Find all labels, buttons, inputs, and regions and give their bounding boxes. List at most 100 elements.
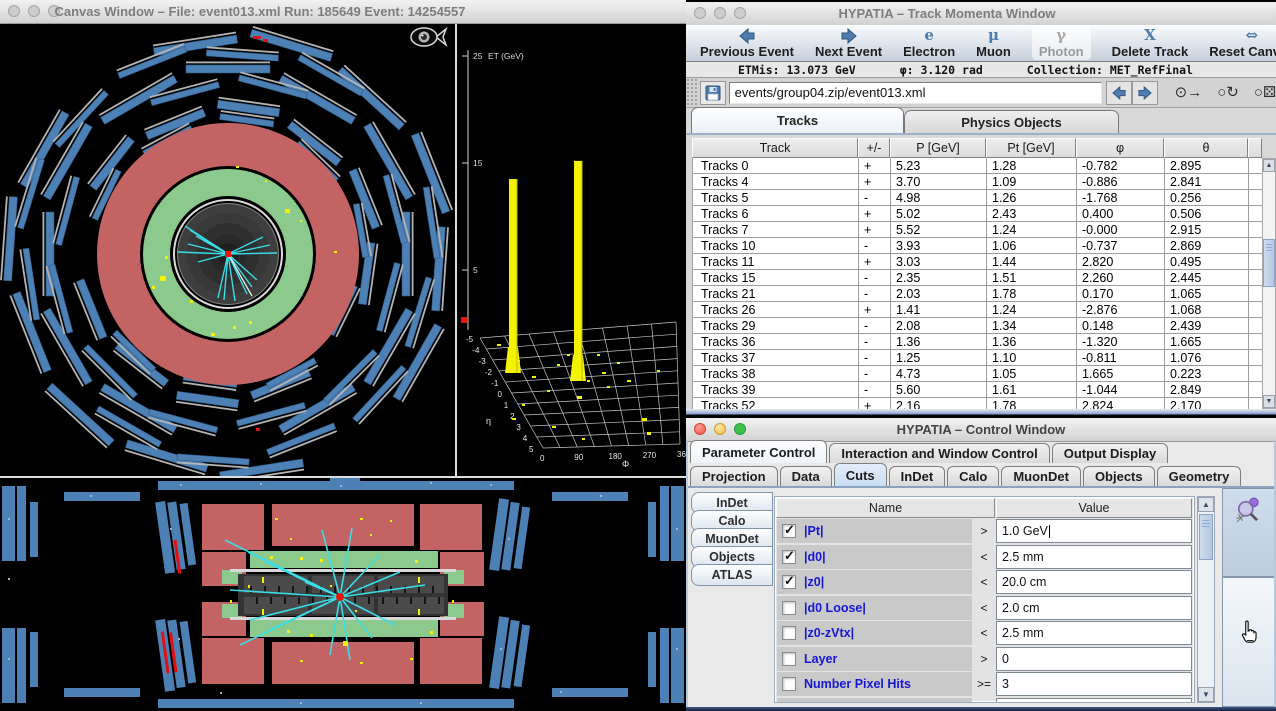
window-buttons[interactable]: [694, 423, 746, 435]
table-cell: 0.170: [1077, 286, 1165, 301]
cut-value-field[interactable]: 1.0 GeV: [996, 519, 1192, 543]
table-cell: 1.51: [987, 270, 1077, 285]
delete-track-button[interactable]: XDelete Track: [1112, 27, 1189, 59]
cut-label: |z0-zVtx|: [804, 626, 854, 640]
column-header[interactable]: Pt [GeV]: [986, 138, 1076, 158]
table-row[interactable]: Tracks 5-4.981.26-1.7680.256: [693, 190, 1262, 206]
cut-checkbox[interactable]: [782, 575, 796, 589]
lego-et-plot-canvas[interactable]: 25155ET (GeV)-5-4-3-2-1012345η0901802703…: [457, 24, 686, 476]
minimize-button[interactable]: [28, 5, 40, 17]
control-window-titlebar[interactable]: HYPATIA – Control Window: [686, 418, 1276, 442]
tab-geometry[interactable]: Geometry: [1157, 466, 1242, 486]
electron-button[interactable]: eElectron: [903, 27, 955, 59]
scrollbar-thumb[interactable]: [1199, 514, 1213, 560]
close-button[interactable]: [694, 7, 706, 19]
close-button[interactable]: [694, 423, 706, 435]
cut-value-field[interactable]: [996, 698, 1192, 704]
table-row[interactable]: Tracks 15-2.351.512.2602.445: [693, 270, 1262, 286]
cut-value-field[interactable]: 0: [996, 647, 1192, 671]
table-row[interactable]: Tracks 10-3.931.06-0.7372.869: [693, 238, 1262, 254]
close-button[interactable]: [8, 5, 20, 17]
column-header[interactable]: P [GeV]: [890, 138, 986, 158]
random-mode-icon[interactable]: ○⚄: [1254, 82, 1276, 104]
muon-label: Muon: [976, 44, 1011, 59]
table-row[interactable]: Tracks 39-5.601.61-1.0442.849: [693, 382, 1262, 398]
tab-tracks[interactable]: Tracks: [691, 107, 904, 133]
tracks-table-header[interactable]: Track+/-P [GeV]Pt [GeV]φθ: [692, 138, 1262, 158]
cut-checkbox[interactable]: [782, 703, 796, 704]
table-row[interactable]: Tracks 7+5.521.24-0.0002.915: [693, 222, 1262, 238]
cut-checkbox[interactable]: [782, 601, 796, 615]
cut-checkbox[interactable]: [782, 524, 796, 538]
toolbar-drag-handle[interactable]: [686, 78, 697, 107]
cut-checkbox[interactable]: [782, 677, 796, 691]
tab-parameter-control[interactable]: Parameter Control: [690, 440, 827, 463]
scrollbar-thumb[interactable]: [1263, 239, 1275, 287]
cut-value-field[interactable]: 20.0 cm: [996, 570, 1192, 594]
previous-event-button[interactable]: Previous Event: [700, 27, 794, 59]
tab-interaction-and-window-control[interactable]: Interaction and Window Control: [829, 443, 1049, 463]
table-row[interactable]: Tracks 4+3.701.09-0.8862.841: [693, 174, 1262, 190]
tab-cuts[interactable]: Cuts: [834, 463, 887, 486]
momenta-window-titlebar[interactable]: HYPATIA – Track Momenta Window: [686, 2, 1276, 26]
cut-value-field[interactable]: 2.5 mm: [996, 621, 1192, 645]
table-row[interactable]: Tracks 37-1.251.10-0.8111.076: [693, 350, 1262, 366]
table-row[interactable]: Tracks 6+5.022.430.4000.506: [693, 206, 1262, 222]
column-header[interactable]: φ: [1076, 138, 1164, 158]
zoom-button[interactable]: [734, 423, 746, 435]
next-file-button[interactable]: [1132, 81, 1158, 105]
previous-file-button[interactable]: [1106, 81, 1132, 105]
cut-checkbox[interactable]: [782, 652, 796, 666]
detector-end-view-canvas[interactable]: [0, 24, 457, 476]
side-tab-atlas[interactable]: ATLAS: [691, 564, 773, 586]
table-row[interactable]: Tracks 21-2.031.780.1701.065: [693, 286, 1262, 302]
tab-data[interactable]: Data: [780, 466, 832, 486]
window-buttons[interactable]: [8, 5, 60, 17]
detector-side-view-canvas[interactable]: [0, 476, 686, 711]
event-path-field[interactable]: events/group04.zip/event013.xml: [729, 82, 1102, 104]
table-row[interactable]: Tracks 29-2.081.340.1482.439: [693, 318, 1262, 334]
save-event-button[interactable]: [700, 81, 726, 105]
tab-objects[interactable]: Objects: [1083, 466, 1155, 486]
table-row[interactable]: Tracks 36-1.361.36-1.3201.665: [693, 334, 1262, 350]
cut-value-field[interactable]: 2.0 cm: [996, 596, 1192, 620]
tab-calo[interactable]: Calo: [947, 466, 999, 486]
tab-projection[interactable]: Projection: [690, 466, 778, 486]
tab-physics-objects[interactable]: Physics Objects: [904, 110, 1119, 133]
minimize-button[interactable]: [714, 423, 726, 435]
window-buttons[interactable]: [694, 7, 746, 19]
scroll-down-button[interactable]: ▼: [1263, 395, 1275, 408]
cut-name-cell: Number Pixel Hits: [777, 672, 972, 696]
cuts-scrollbar[interactable]: ▲ ▼: [1197, 496, 1215, 703]
table-row[interactable]: Tracks 38-4.731.051.6650.223: [693, 366, 1262, 382]
next-event-button[interactable]: Next Event: [815, 27, 882, 59]
table-cell: +: [859, 158, 891, 173]
tracks-scrollbar[interactable]: ▲ ▼: [1262, 158, 1276, 409]
minimize-button[interactable]: [714, 7, 726, 19]
tab-muondet[interactable]: MuonDet: [1001, 466, 1081, 486]
sequential-mode-icon[interactable]: ⊙→: [1175, 82, 1203, 104]
table-row[interactable]: Tracks 11+3.031.442.8200.495: [693, 254, 1262, 270]
photon-button[interactable]: γPhoton: [1032, 26, 1091, 60]
scroll-down-button[interactable]: ▼: [1198, 687, 1214, 702]
canvas-window-titlebar[interactable]: Canvas Window – File: event013.xml Run: …: [0, 0, 686, 24]
tab-indet[interactable]: InDet: [889, 466, 946, 486]
zoom-tool-icon[interactable]: [1235, 497, 1263, 525]
zoom-button[interactable]: [734, 7, 746, 19]
cut-value-field[interactable]: 3: [996, 672, 1192, 696]
cut-checkbox[interactable]: [782, 550, 796, 564]
reset-canvas-button[interactable]: ⇔Reset Canvas: [1209, 27, 1276, 59]
muon-button[interactable]: μMuon: [976, 27, 1011, 59]
column-header[interactable]: Track: [692, 138, 858, 158]
scroll-up-button[interactable]: ▲: [1263, 159, 1275, 172]
scroll-up-button[interactable]: ▲: [1198, 497, 1214, 512]
table-row[interactable]: Tracks 26+1.411.24-2.8761.068: [693, 302, 1262, 318]
cut-value-field[interactable]: 2.5 mm: [996, 545, 1192, 569]
column-header[interactable]: θ: [1164, 138, 1248, 158]
table-row[interactable]: Tracks 0+5.231.28-0.7822.895: [693, 158, 1262, 174]
table-row[interactable]: Tracks 52+2.161.782.8242.170: [693, 398, 1262, 409]
column-header[interactable]: +/-: [858, 138, 890, 158]
cut-checkbox[interactable]: [782, 626, 796, 640]
loop-mode-icon[interactable]: ○↻: [1217, 82, 1239, 104]
tab-output-display[interactable]: Output Display: [1052, 443, 1168, 463]
